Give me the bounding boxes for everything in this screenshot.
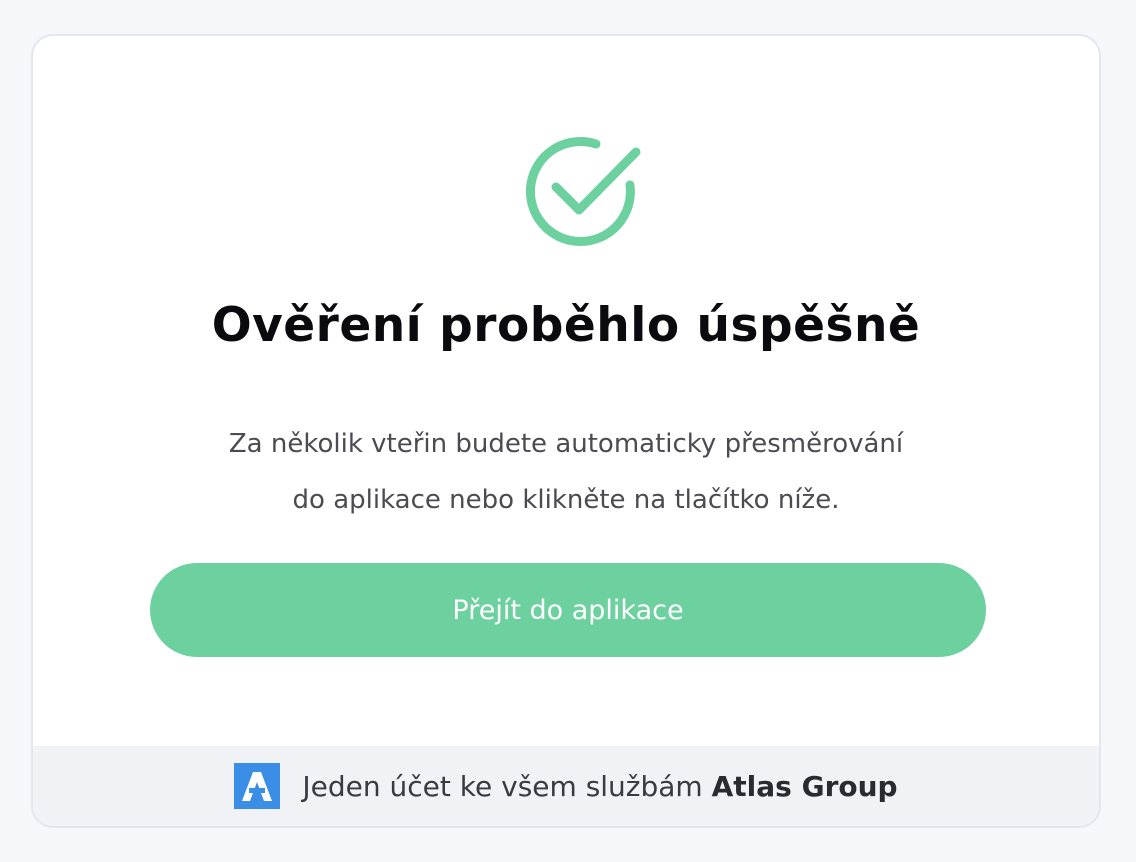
footer-brand: Atlas Group (711, 769, 898, 803)
footer-tagline: Jeden účet ke všem službám (302, 769, 703, 803)
description-line-2: do aplikace nebo klikněte na tlačítko ní… (292, 485, 840, 515)
go-to-app-button[interactable]: Přejít do aplikace (150, 563, 986, 657)
check-circle-icon (523, 130, 647, 254)
verification-card: Ověření proběhlo úspěšně Za několik vteř… (31, 34, 1101, 828)
atlas-logo-icon (234, 763, 281, 809)
footer: Jeden účet ke všem službám Atlas Group (33, 746, 1099, 826)
page-title: Ověření proběhlo úspěšně (211, 298, 921, 353)
description: Za několik vteřin budete automaticky pře… (33, 416, 1099, 528)
description-line-1: Za několik vteřin budete automaticky pře… (228, 429, 904, 459)
footer-text: Jeden účet ke všem službám Atlas Group (302, 770, 897, 803)
